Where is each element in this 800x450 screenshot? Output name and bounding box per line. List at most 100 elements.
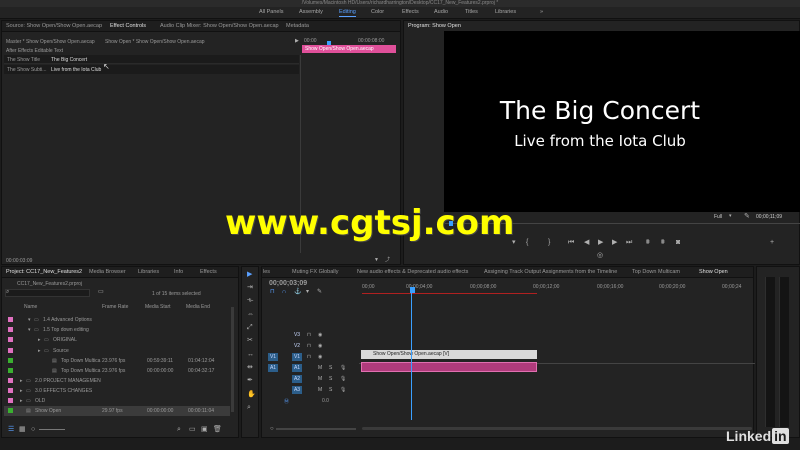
tab-new-audio-effects[interactable]: New audio effects & Deprecated audio eff… [357,269,468,275]
selection-tool-icon[interactable]: ▶ [247,271,252,278]
timeline-settings-icon[interactable]: ✎ [317,289,322,296]
project-list-item[interactable]: ▸ ▭ ORIGINAL [4,335,230,345]
a2-mute-icon[interactable]: M [318,376,322,383]
tab-media-browser[interactable]: Media Browser [89,269,126,275]
camera-icon[interactable]: ◙ [676,239,680,246]
slip-icon[interactable]: ↔ [247,351,254,358]
export-icon[interactable]: ⤴ [385,257,390,264]
search-input[interactable] [5,289,90,297]
v2-eye-icon[interactable]: ◉ [318,343,322,350]
tab-muting-fx[interactable]: Muting FX Globally [292,269,338,275]
column-media-end[interactable]: Media End [186,304,210,310]
icon-view-icon[interactable]: ▦ [19,426,26,433]
more-workspaces-icon[interactable]: » [540,9,543,15]
track-a2-label[interactable]: A2 [292,375,302,383]
v1-eye-icon[interactable]: ◉ [318,354,322,361]
new-bin-bottom-icon[interactable]: ▭ [189,426,196,433]
a2-mic-icon[interactable]: 🎙 [340,376,346,383]
source-patch-v1[interactable]: V1 [268,353,278,361]
timeline-zoom-scrollbar[interactable] [276,428,356,430]
source-timecode[interactable]: 00:00:03:09 [6,258,32,264]
a1-mute-icon[interactable]: M [318,365,322,372]
rate-stretch-icon[interactable]: ⤢ [247,324,253,331]
linked-selection-icon[interactable]: ⚓ [294,289,301,296]
source-patch-a1[interactable]: A1 [268,364,278,372]
chevron-down-icon[interactable]: ▾ [729,213,732,220]
track-v3-label[interactable]: V3 [292,331,302,339]
pen-icon[interactable]: ✒ [247,377,253,384]
project-list-item[interactable]: ▸ ▭ Source [4,346,230,356]
workspace-color[interactable]: Color [371,9,384,15]
a3-solo-icon[interactable]: S [329,387,332,394]
new-bin-icon[interactable]: ▭ [98,289,104,296]
track-a1-label[interactable]: A1 [292,364,302,372]
timeline-video-clip[interactable]: Show Open/Show Open.aecap [V] [361,350,537,359]
disclosure-triangle-icon[interactable]: ▾ [28,317,31,323]
track-a3-label[interactable]: A3 [292,386,302,394]
workspace-assembly[interactable]: Assembly [299,9,323,15]
param-value-title[interactable]: The Big Concert [51,57,87,63]
zoom-slider[interactable] [39,429,65,430]
tab-project[interactable]: Project: CC17_New_Features2 [6,269,82,275]
param-value-subtitle[interactable]: Live from the Iota Club [51,67,101,73]
timeline-timecode[interactable]: 00;00;03;09 [269,280,307,287]
slide-icon[interactable]: ⇹ [247,364,253,371]
tab-info[interactable]: Info [174,269,183,275]
tab-metadata[interactable]: Metadata [286,23,309,29]
project-list-item[interactable]: ▾ ▭ 1.5 Top down editing [4,325,230,335]
disclosure-triangle-icon[interactable]: ▸ [38,348,41,354]
tab-libraries[interactable]: Libraries [138,269,159,275]
column-name[interactable]: Name [24,304,37,310]
extract-icon[interactable]: ⩩ [661,239,665,246]
project-list-item[interactable]: ▤ Top Down Multica 23.976 fps 00:00:00:00 00… [4,366,230,376]
tab-top-down-multicam[interactable]: Top Down Multicam [632,269,680,275]
timeline-audio-clip[interactable] [361,362,537,372]
project-list-item[interactable]: ▸ ▭ 2.0 PROJECT MANAGEMEN [4,376,230,386]
tab-source[interactable]: Source: Show Open/Show Open.aecap [6,23,102,29]
tab-program[interactable]: Program: Show Open [408,23,461,29]
go-to-out-icon[interactable]: ⏭ [626,239,632,246]
tab-sequence-les[interactable]: les [263,269,270,275]
tab-track-output[interactable]: Assigning Track Output Assignments from … [484,269,617,275]
clip-bar[interactable]: Show Open/Show Open.aecap [302,45,396,53]
razor-icon[interactable]: ✂ [247,337,253,344]
workspace-titles[interactable]: Titles [465,9,478,15]
workspace-libraries[interactable]: Libraries [495,9,516,15]
tab-effects[interactable]: Effects [200,269,217,275]
project-list-item[interactable]: ▤ Top Down Multica 23.976 fps 00:59:39:11 01… [4,356,230,366]
vr-icon[interactable]: ◎ [597,252,603,259]
track-v2-label[interactable]: V2 [292,342,302,350]
add-marker-timeline-icon[interactable]: ▾ [306,289,309,296]
a1-solo-icon[interactable]: S [329,365,332,372]
clip-selector[interactable]: Show Open * Show Open/Show Open.aecap [105,39,205,45]
scrollbar[interactable] [231,307,234,412]
a3-mute-icon[interactable]: M [318,387,322,394]
add-button-icon[interactable]: + [770,239,774,246]
ripple-edit-icon[interactable]: ⟛ [247,297,253,304]
find-icon[interactable]: ⌕ [177,426,181,433]
v3-eye-icon[interactable]: ◉ [318,332,322,339]
project-list-item[interactable]: ▸ ▭ OLD [4,396,230,406]
fit-dropdown[interactable]: Full [714,214,722,220]
list-view-icon[interactable]: ☰ [8,426,14,433]
tab-effect-controls[interactable]: Effect Controls [110,23,146,29]
timeline-scrollbar[interactable] [362,427,752,430]
a2-solo-icon[interactable]: S [329,376,332,383]
master-clip-selector[interactable]: Master * Show Open/Show Open.aecap [6,39,95,45]
project-list-item[interactable]: ▸ ▭ 3.0 EFFECTS CHANGES [4,386,230,396]
v2-sync-lock-icon[interactable]: ⊓ [307,343,311,350]
master-volume[interactable]: 0.0 [322,398,329,404]
zoom-slider-icon[interactable]: ○ [31,426,35,433]
track-v1-label[interactable]: V1 [292,353,302,361]
work-area-bar[interactable] [362,293,537,294]
new-item-icon[interactable]: ▣ [201,426,208,433]
a1-mic-icon[interactable]: 🎙 [340,365,346,372]
disclosure-triangle-icon[interactable]: ▸ [20,398,23,404]
v1-sync-lock-icon[interactable]: ⊓ [307,354,311,361]
workspace-effects[interactable]: Effects [402,9,419,15]
hand-icon[interactable]: ✋ [247,391,256,398]
workspace-editing[interactable]: Editing [339,9,356,17]
snap-icon[interactable]: ∩ [282,289,286,296]
disclosure-triangle-icon[interactable]: ▸ [20,388,23,394]
v3-sync-lock-icon[interactable]: ⊓ [307,332,311,339]
